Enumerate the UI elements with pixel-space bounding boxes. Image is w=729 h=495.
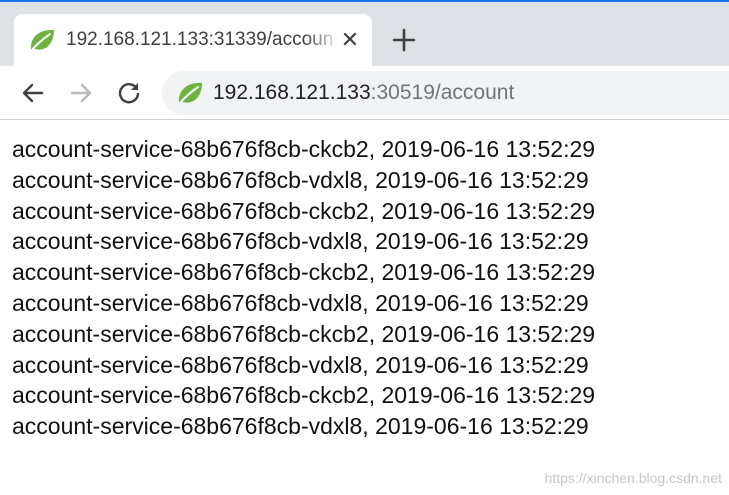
page-content: account-service-68b676f8cb-ckcb2, 2019-0… [12, 134, 712, 442]
reload-icon[interactable] [114, 78, 144, 108]
spring-leaf-icon [28, 27, 56, 53]
response-line: account-service-68b676f8cb-vdxl8, 2019-0… [12, 228, 589, 255]
watermark: https://xinchen.blog.csdn.net [544, 470, 722, 486]
response-line: account-service-68b676f8cb-vdxl8, 2019-0… [12, 413, 589, 440]
arrow-right-icon[interactable] [66, 78, 96, 108]
browser-tab[interactable]: 192.168.121.133:31339/account ✕ [14, 14, 372, 66]
response-line: account-service-68b676f8cb-ckcb2, 2019-0… [12, 382, 596, 409]
browser-toolbar: 192.168.121.133:30519/account [0, 66, 729, 120]
browser-chrome: 192.168.121.133:31339/account ✕ 192.168.… [0, 0, 729, 120]
response-line: account-service-68b676f8cb-vdxl8, 2019-0… [12, 166, 589, 193]
tab-title: 192.168.121.133:31339/account [66, 29, 334, 50]
response-line: account-service-68b676f8cb-ckcb2, 2019-0… [12, 136, 596, 162]
response-line: account-service-68b676f8cb-ckcb2, 2019-0… [12, 197, 596, 224]
address-bar[interactable]: 192.168.121.133:30519/account [162, 71, 729, 115]
response-line: account-service-68b676f8cb-vdxl8, 2019-0… [12, 289, 589, 316]
spring-leaf-icon [176, 80, 204, 106]
url-path: :30519/account [370, 81, 515, 104]
address-url[interactable]: 192.168.121.133:30519/account [213, 81, 514, 105]
response-line: account-service-68b676f8cb-ckcb2, 2019-0… [12, 259, 596, 286]
plus-icon[interactable] [386, 24, 422, 56]
response-line: account-service-68b676f8cb-vdxl8, 2019-0… [12, 351, 589, 378]
url-host: 192.168.121.133 [213, 81, 371, 104]
window-top-accent [0, 0, 729, 2]
response-line: account-service-68b676f8cb-ckcb2, 2019-0… [12, 320, 596, 347]
close-icon[interactable]: ✕ [336, 26, 364, 54]
arrow-left-icon[interactable] [18, 78, 48, 108]
